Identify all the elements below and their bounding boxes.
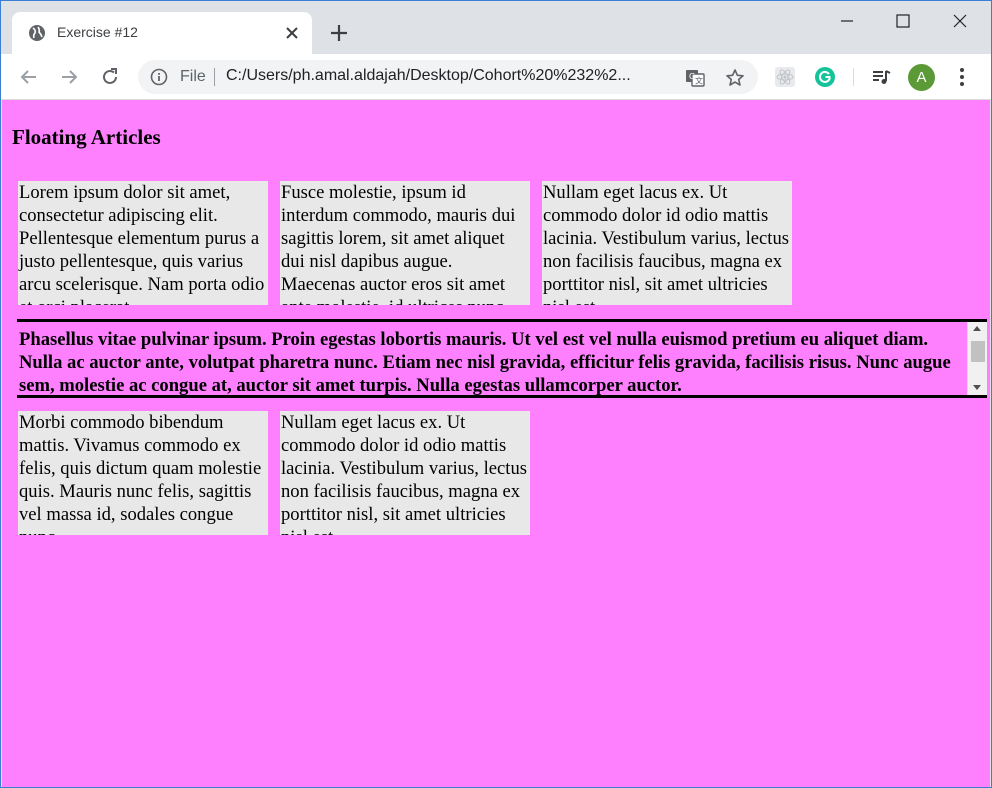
globe-icon [29, 25, 45, 41]
tab-exercise-12[interactable]: Exercise #12 [12, 12, 312, 54]
browser-toolbar: File C:/Users/ph.amal.aldajah/Desktop/Co… [1, 54, 991, 100]
omnibox-separator [214, 68, 215, 86]
kebab-menu-icon[interactable] [952, 66, 972, 88]
page-content: Floating Articles Lorem ipsum dolor sit … [2, 100, 990, 787]
media-control-icon[interactable] [870, 66, 892, 88]
info-icon[interactable] [150, 68, 168, 86]
page-title: Floating Articles [12, 125, 161, 149]
profile-avatar[interactable]: A [908, 64, 935, 91]
toolbar-separator [853, 68, 854, 86]
scroll-thumb[interactable] [971, 341, 985, 362]
scheme-label: File [180, 68, 206, 85]
svg-text:文: 文 [695, 76, 703, 86]
plus-icon[interactable] [328, 22, 350, 44]
url-text[interactable]: C:/Users/ph.amal.aldajah/Desktop/Cohort%… [226, 67, 666, 85]
minimize-icon[interactable] [835, 9, 859, 33]
tab-strip: Exercise #12 [1, 1, 991, 54]
back-arrow-icon[interactable] [17, 65, 41, 89]
feature-article-text: Phasellus vitae pulvinar ipsum. Proin eg… [19, 329, 951, 396]
article-1: Lorem ipsum dolor sit amet, consectetur … [18, 181, 268, 305]
browser-window: Exercise #12 File C:/Users/ph.amal.aldaj… [0, 0, 992, 788]
reload-icon[interactable] [98, 65, 122, 89]
article-3: Nullam eget lacus ex. Ut commodo dolor i… [542, 181, 792, 305]
tab-title: Exercise #12 [57, 24, 138, 40]
star-icon[interactable] [725, 68, 745, 88]
close-icon[interactable] [282, 23, 302, 43]
window-close-icon[interactable] [948, 9, 972, 33]
address-bar[interactable]: File C:/Users/ph.amal.aldajah/Desktop/Co… [138, 60, 758, 94]
feature-article[interactable]: Phasellus vitae pulvinar ipsum. Proin eg… [17, 319, 987, 398]
maximize-icon[interactable] [891, 9, 915, 33]
forward-arrow-icon[interactable] [57, 65, 81, 89]
grammarly-icon[interactable] [814, 66, 836, 88]
feature-scrollbar[interactable] [967, 322, 987, 395]
scroll-up-arrow-icon[interactable] [973, 326, 981, 331]
scroll-down-arrow-icon[interactable] [973, 385, 981, 390]
translate-icon[interactable]: G 文 [685, 68, 705, 88]
article-2: Fusce molestie, ipsum id interdum commod… [280, 181, 530, 305]
article-5: Nullam eget lacus ex. Ut commodo dolor i… [280, 411, 530, 535]
article-4: Morbi commodo bibendum mattis. Vivamus c… [18, 411, 268, 535]
react-devtools-icon[interactable] [774, 66, 796, 88]
